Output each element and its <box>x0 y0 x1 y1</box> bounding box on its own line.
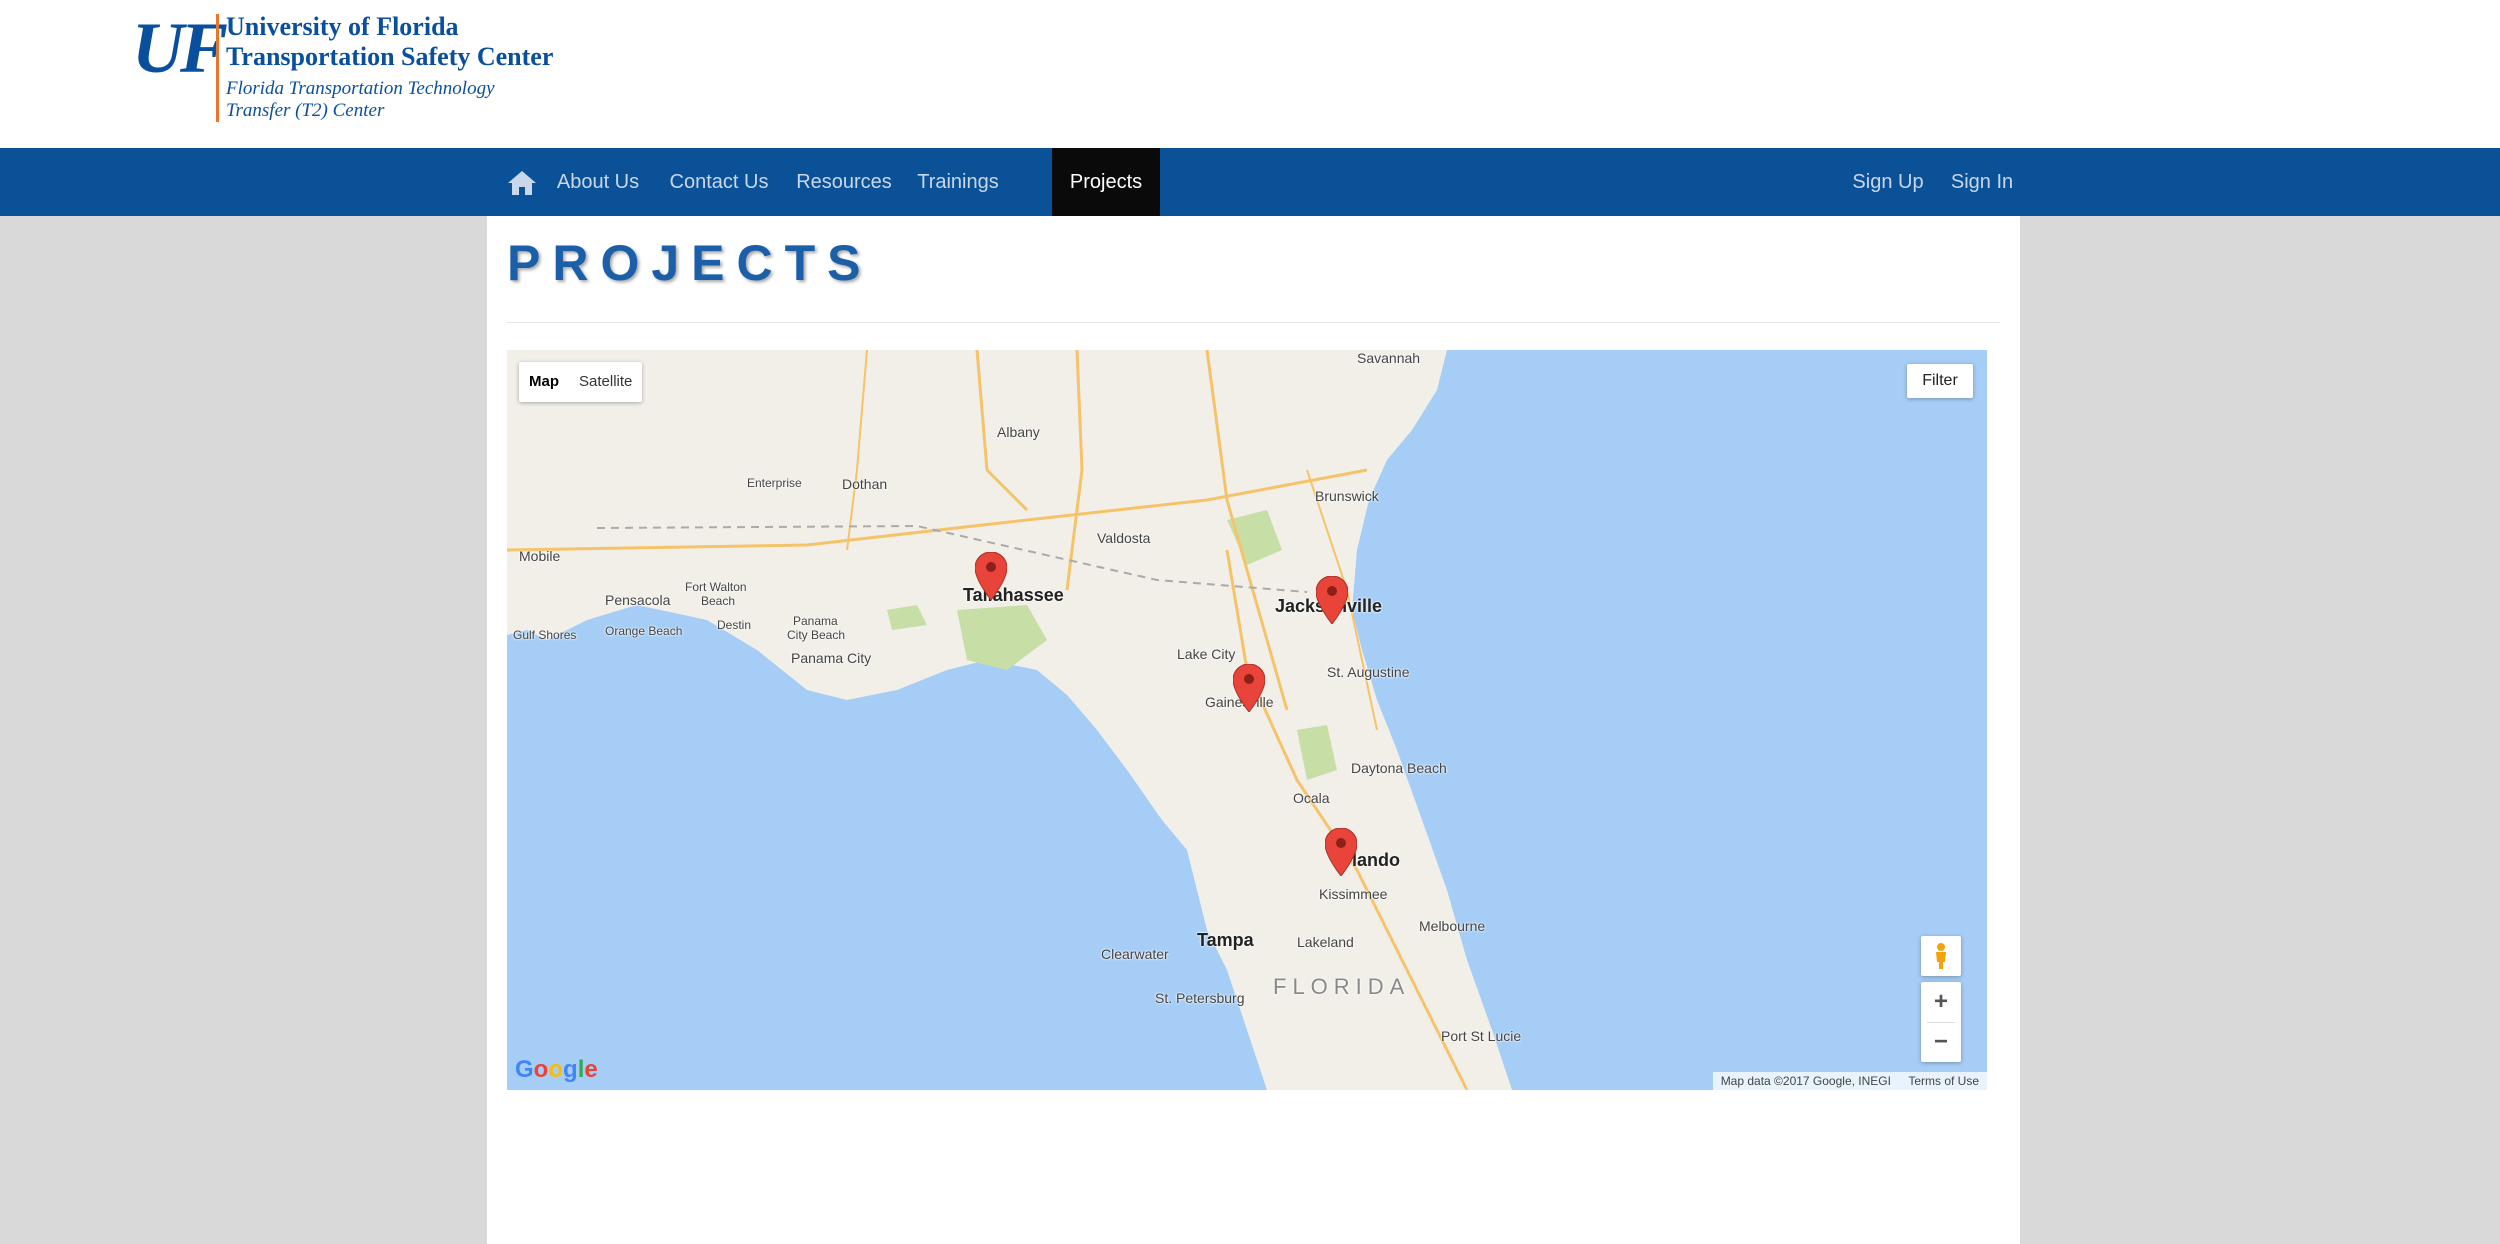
map-type-control: Map Satellite <box>519 362 643 402</box>
nav-contact-us[interactable]: Contact Us <box>661 148 777 216</box>
label-st-petersburg: St. Petersburg <box>1155 990 1245 1006</box>
home-icon[interactable] <box>507 170 537 196</box>
nav-about-us[interactable]: About Us <box>547 148 649 216</box>
zoom-control: + − <box>1921 982 1961 1062</box>
nav-inner: About Us Contact Us Resources Trainings … <box>487 148 2020 216</box>
label-st-augustine: St. Augustine <box>1327 664 1410 680</box>
filter-button[interactable]: Filter <box>1907 364 1973 398</box>
label-daytona-beach: Daytona Beach <box>1351 760 1447 776</box>
label-city-beach: City Beach <box>787 628 846 642</box>
main-navbar: About Us Contact Us Resources Trainings … <box>0 148 2500 216</box>
label-enterprise: Enterprise <box>747 476 802 490</box>
logo-text[interactable]: University of Florida Transportation Saf… <box>226 12 553 122</box>
label-brunswick: Brunswick <box>1315 488 1379 504</box>
label-lakeland: Lakeland <box>1297 934 1354 950</box>
map-marker-icon[interactable] <box>1325 828 1357 876</box>
nav-sign-in[interactable]: Sign In <box>1947 148 2017 216</box>
label-beach: Beach <box>701 594 736 608</box>
label-mobile: Mobile <box>519 548 561 564</box>
nav-resources[interactable]: Resources <box>789 148 899 216</box>
label-pensacola: Pensacola <box>605 592 671 608</box>
projects-map[interactable]: Savannah Albany Enterprise Dothan Brunsw… <box>507 350 1987 1090</box>
label-lake-city: Lake City <box>1177 646 1236 662</box>
label-clearwater: Clearwater <box>1101 946 1169 962</box>
map-attribution: Map data ©2017 Google, INEGI Terms of Us… <box>1712 1072 1987 1090</box>
google-logo[interactable]: Google <box>515 1056 598 1084</box>
label-panama-city: Panama City <box>791 650 872 666</box>
center-name-line1: Florida Transportation Technology <box>226 78 495 99</box>
label-savannah: Savannah <box>1357 350 1421 366</box>
page-title: PROJECTS <box>507 235 873 291</box>
nav-projects[interactable]: Projects <box>1052 148 1160 216</box>
zoom-out-button[interactable]: − <box>1921 1022 1961 1062</box>
map-marker-icon[interactable] <box>975 552 1007 600</box>
zoom-in-button[interactable]: + <box>1921 982 1961 1022</box>
nav-sign-up[interactable]: Sign Up <box>1845 148 1931 216</box>
label-orange-beach: Orange Beach <box>605 624 683 638</box>
logo-divider <box>216 14 219 122</box>
label-destin: Destin <box>717 618 752 632</box>
center-name-line2: Transfer (T2) Center <box>226 100 385 121</box>
map-marker-icon[interactable] <box>1316 576 1348 624</box>
label-fort-walton: Fort Walton <box>685 580 747 594</box>
zoom-divider <box>1927 1022 1955 1023</box>
org-subname: Transportation Safety Center <box>226 42 554 71</box>
label-gulf-shores: Gulf Shores <box>513 628 577 642</box>
map-data-text: Map data ©2017 Google, INEGI <box>1720 1074 1891 1088</box>
map-type-map[interactable]: Map <box>519 362 569 402</box>
site-header: UF University of Florida Transportation … <box>0 0 2500 148</box>
map-land <box>507 350 1512 1090</box>
title-divider <box>507 322 2000 323</box>
org-name: University of Florida <box>226 12 459 41</box>
label-melbourne: Melbourne <box>1419 918 1486 934</box>
label-albany: Albany <box>997 424 1040 440</box>
label-valdosta: Valdosta <box>1097 530 1151 546</box>
label-panama: Panama <box>793 614 838 628</box>
label-kissimmee: Kissimmee <box>1319 886 1388 902</box>
label-ocala: Ocala <box>1293 790 1330 806</box>
label-dothan: Dothan <box>842 476 888 492</box>
label-florida: FLORIDA <box>1273 974 1411 999</box>
nav-trainings[interactable]: Trainings <box>911 148 1005 216</box>
map-marker-icon[interactable] <box>1233 664 1265 712</box>
uf-logo[interactable]: UF <box>132 12 228 84</box>
map-type-satellite[interactable]: Satellite <box>569 362 642 402</box>
main-content: PROJECTS Savannah Albany Enterprise Doth… <box>487 216 2020 1244</box>
pegman-icon[interactable] <box>1921 936 1961 976</box>
label-tampa: Tampa <box>1197 930 1254 950</box>
terms-of-use-link[interactable]: Terms of Use <box>1908 1074 1979 1088</box>
label-port-st-lucie: Port St Lucie <box>1441 1028 1522 1044</box>
